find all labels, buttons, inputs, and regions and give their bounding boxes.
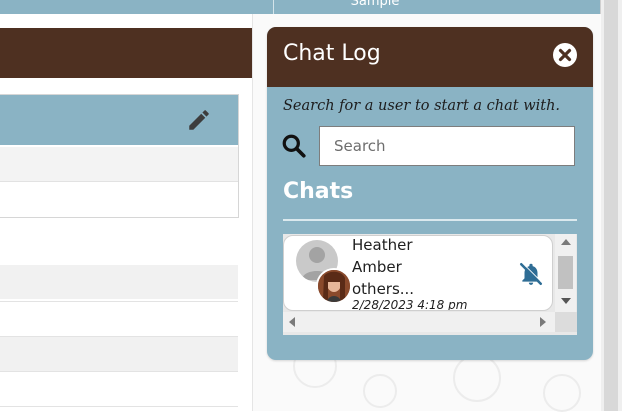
list-row [0,337,238,371]
scrollbar-corner [555,312,577,332]
user-photo-icon [318,270,350,302]
list-row [0,265,238,299]
participant-name: Amber [352,258,402,276]
content-card [0,94,239,218]
avatar [316,268,352,304]
chat-log-header: Chat Log [267,27,593,87]
top-header-bar: Sample [0,0,600,14]
list-row [0,371,238,407]
doodle-shape [363,374,397,408]
participant-name: Heather [352,236,413,254]
section-header-bar [0,28,252,78]
chat-list-horizontal-scrollbar[interactable] [283,312,555,332]
scroll-down-arrow-icon[interactable] [561,298,571,304]
page-scrollbar[interactable] [600,0,622,411]
close-button[interactable] [553,43,577,67]
chat-list-item[interactable]: Heather Amber others... 2/28/2023 4:18 p… [283,235,553,311]
user-search-input[interactable] [319,126,575,166]
doodle-shape [453,354,501,402]
page-scrollbar-track[interactable] [604,0,618,411]
doodle-shape [543,374,581,412]
chat-list-vertical-scrollbar[interactable] [555,234,576,312]
close-circle-icon[interactable] [553,43,577,67]
list-row [0,301,238,337]
chats-divider [283,219,577,221]
participant-name: others... [352,280,415,298]
chat-participants: Heather Amber others... [352,236,415,300]
chat-log-title: Chat Log [283,41,381,66]
scroll-thumb[interactable] [558,256,573,289]
search-icon[interactable] [281,133,307,159]
card-header [0,95,238,145]
column-divider [273,0,274,14]
column-header-sample: Sample [350,0,400,9]
chats-heading: Chats [283,179,354,204]
bell-muted-icon[interactable] [518,261,544,287]
chat-list: Heather Amber others... 2/28/2023 4:18 p… [283,234,577,335]
scroll-left-arrow-icon[interactable] [289,317,295,327]
scroll-right-arrow-icon[interactable] [540,317,546,327]
scroll-up-arrow-icon[interactable] [561,239,571,245]
search-hint: Search for a user to start a chat with. [283,98,561,114]
chat-log-panel: Chat Log Search for a user to start a ch… [267,27,593,360]
pencil-icon[interactable] [186,107,212,133]
content-list [0,265,238,411]
chat-timestamp: 2/28/2023 4:18 pm [352,298,468,311]
card-row [0,147,238,182]
